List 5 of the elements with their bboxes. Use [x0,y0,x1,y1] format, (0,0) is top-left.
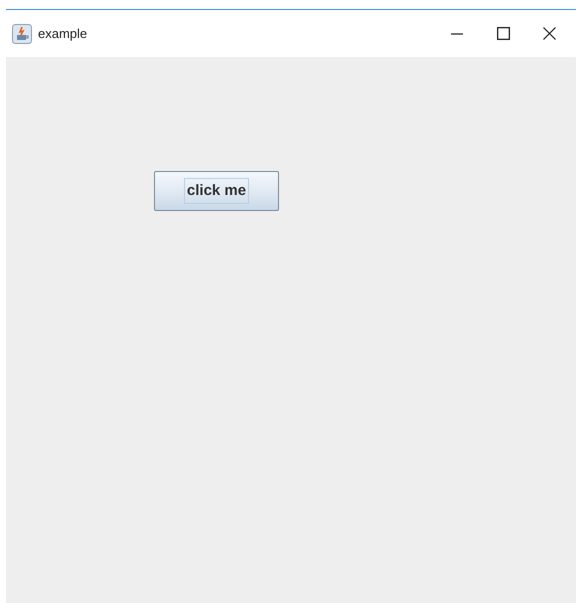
click-me-button[interactable]: click me [154,171,279,211]
window-title: example [38,24,88,43]
close-icon [542,27,556,40]
minimize-icon [451,32,463,34]
maximize-icon [496,27,510,40]
